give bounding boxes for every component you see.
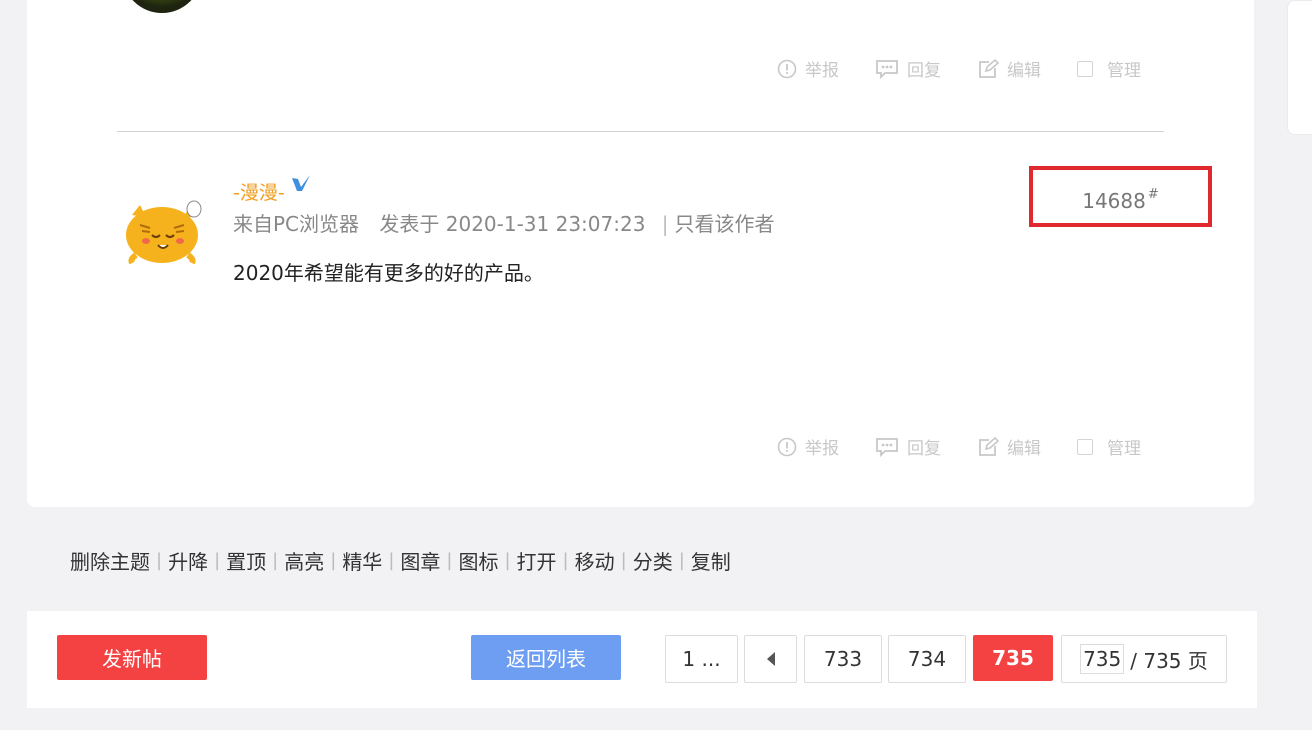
- separator: |: [214, 550, 221, 571]
- username-text: -漫漫-: [233, 182, 285, 204]
- post-card: 举报 回复 编辑 管理 -漫漫- 来自PC浏览器 发表于 2020-1-31 2…: [27, 0, 1254, 507]
- admin-open[interactable]: 打开: [517, 546, 557, 575]
- comment-icon: [875, 59, 899, 79]
- page-current[interactable]: 735: [973, 635, 1053, 681]
- post-divider: [117, 131, 1164, 132]
- side-panel: [1287, 0, 1312, 135]
- separator: |: [562, 550, 569, 571]
- page-first[interactable]: 1 ...: [665, 635, 738, 683]
- separator: |: [330, 550, 337, 571]
- edit-button[interactable]: 编辑: [977, 56, 1041, 81]
- admin-stamp[interactable]: 图章: [400, 546, 440, 575]
- checkbox-icon: [1077, 60, 1093, 77]
- admin-digest[interactable]: 精华: [342, 546, 382, 575]
- admin-delete-topic[interactable]: 删除主题: [70, 546, 150, 575]
- separator: |: [678, 550, 685, 571]
- verified-icon: [291, 174, 313, 199]
- reply-button[interactable]: 回复: [875, 56, 941, 81]
- checkbox-icon: [1077, 438, 1093, 455]
- separator: |: [272, 550, 279, 571]
- page-prev[interactable]: [744, 635, 797, 683]
- manage-label: 管理: [1107, 439, 1141, 459]
- comment-icon: [875, 437, 899, 457]
- admin-toolbar: 删除主题 | 升降 | 置顶 | 高亮 | 精华 | 图章 | 图标 | 打开 | 移动 | 分类…: [70, 546, 731, 575]
- avatar[interactable]: [122, 0, 202, 13]
- user-avatar[interactable]: [122, 195, 204, 265]
- separator: |: [446, 550, 453, 571]
- page-input[interactable]: 735: [1080, 644, 1125, 674]
- admin-category[interactable]: 分类: [633, 546, 673, 575]
- report-label: 举报: [805, 61, 839, 81]
- alert-icon: [777, 437, 797, 457]
- floor-number[interactable]: 14688 #: [1029, 166, 1212, 227]
- manage-checkbox[interactable]: 管理: [1077, 434, 1141, 459]
- report-button[interactable]: 举报: [777, 434, 839, 459]
- reply-label: 回复: [907, 61, 941, 81]
- username[interactable]: -漫漫-: [233, 175, 313, 205]
- admin-copy[interactable]: 复制: [691, 546, 731, 575]
- edit-icon: [977, 436, 999, 457]
- separator: |: [504, 550, 511, 571]
- admin-icon[interactable]: 图标: [458, 546, 498, 575]
- reply-button[interactable]: 回复: [875, 434, 941, 459]
- reply-label: 回复: [907, 439, 941, 459]
- admin-move[interactable]: 移动: [575, 546, 615, 575]
- admin-highlight[interactable]: 高亮: [284, 546, 324, 575]
- new-post-button[interactable]: 发新帖: [57, 635, 207, 680]
- manage-checkbox[interactable]: 管理: [1077, 56, 1141, 81]
- triangle-left-icon: [766, 647, 776, 671]
- only-author-link[interactable]: 只看该作者: [675, 212, 775, 236]
- admin-raise-lower[interactable]: 升降: [168, 546, 208, 575]
- post-content: 2020年希望能有更多的好的产品。: [233, 261, 544, 285]
- bottom-bar: 发新帖 返回列表 1 ... 733 734 735 735 / 735 页: [27, 611, 1257, 708]
- page-total: / 735 页: [1130, 648, 1208, 673]
- floor-value: 14688: [1082, 188, 1146, 213]
- page-jump: 735 / 735 页: [1061, 635, 1227, 683]
- post-source: 来自PC浏览器: [233, 212, 360, 236]
- post-time: 发表于 2020-1-31 23:07:23: [379, 212, 646, 236]
- edit-button[interactable]: 编辑: [977, 434, 1041, 459]
- separator: |: [156, 550, 163, 571]
- separator: |: [620, 550, 627, 571]
- floor-mark: #: [1147, 187, 1159, 202]
- edit-label: 编辑: [1007, 61, 1041, 81]
- admin-pin[interactable]: 置顶: [226, 546, 266, 575]
- page-734[interactable]: 734: [888, 635, 966, 683]
- meta-separator: |: [661, 212, 669, 236]
- edit-label: 编辑: [1007, 439, 1041, 459]
- post-actions-2: 举报 回复 编辑 管理: [777, 434, 1141, 459]
- post-meta: 来自PC浏览器 发表于 2020-1-31 23:07:23 | 只看该作者: [233, 208, 775, 237]
- back-to-list-button[interactable]: 返回列表: [471, 635, 621, 680]
- report-button[interactable]: 举报: [777, 56, 839, 81]
- edit-icon: [977, 58, 999, 79]
- post-actions: 举报 回复 编辑 管理: [777, 56, 1141, 81]
- separator: |: [388, 550, 395, 571]
- alert-icon: [777, 59, 797, 79]
- manage-label: 管理: [1107, 61, 1141, 81]
- page-733[interactable]: 733: [804, 635, 882, 683]
- report-label: 举报: [805, 439, 839, 459]
